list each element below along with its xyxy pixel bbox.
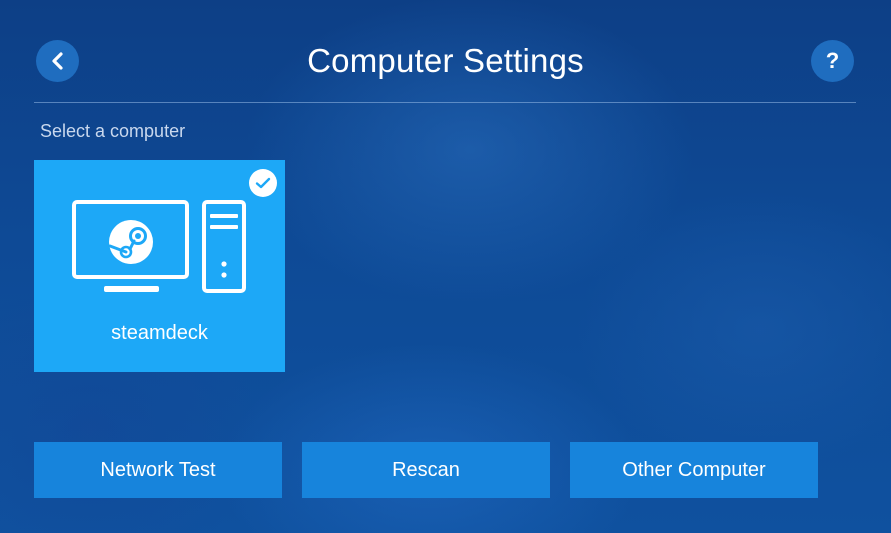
computer-settings-screen: Computer Settings ? Select a computer st… xyxy=(0,0,891,533)
network-test-button[interactable]: Network Test xyxy=(34,442,282,498)
computer-tile-steamdeck[interactable]: steamdeck xyxy=(34,160,285,372)
selected-check-icon xyxy=(249,169,277,197)
rescan-button[interactable]: Rescan xyxy=(302,442,550,498)
select-computer-label: Select a computer xyxy=(40,121,186,141)
header-divider xyxy=(34,102,856,103)
other-computer-button[interactable]: Other Computer xyxy=(570,442,818,498)
help-button[interactable]: ? xyxy=(811,40,854,82)
desktop-pc-steam-icon xyxy=(72,200,246,293)
page-title: Computer Settings xyxy=(307,42,584,79)
help-icon: ? xyxy=(825,48,840,73)
computer-name: steamdeck xyxy=(111,322,208,344)
